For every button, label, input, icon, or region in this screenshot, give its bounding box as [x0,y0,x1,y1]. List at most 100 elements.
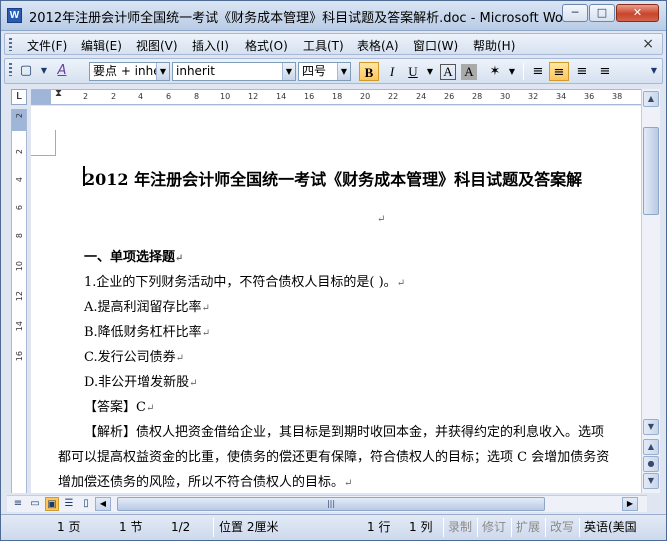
menu-tools[interactable]: 工具(T) [303,37,344,54]
scroll-left-button[interactable]: ◀ [95,497,111,511]
menu-format[interactable]: 格式(O) [245,37,288,54]
maximize-button[interactable]: □ [589,4,615,22]
character-border-button[interactable]: A [440,64,456,80]
ruler-tick: 10 [220,92,231,101]
bold-button[interactable]: B [359,62,379,81]
underline-dropdown-icon[interactable]: ▼ [420,62,440,81]
status-column: 1 列 [409,520,433,534]
new-document-icon[interactable]: ▢ [17,62,35,80]
menu-view[interactable]: 视图(V) [136,37,178,54]
close-document-icon[interactable]: × [642,36,654,52]
ruler-tick: 14 [276,92,287,101]
next-page-button[interactable]: ▼ [643,473,659,489]
left-margin-indicator [31,90,51,104]
font-combo-value: inherit [176,64,215,78]
ruler-tick: 12 [248,92,259,101]
ruler-tick: 8 [194,92,200,101]
menu-table[interactable]: 表格(A) [357,37,399,54]
ruler-tick: 4 [15,177,24,183]
status-section: 1 节 [119,520,143,534]
status-record-macro[interactable]: 录制 [448,519,472,536]
scroll-down-button[interactable]: ▼ [643,419,659,435]
align-left-button[interactable]: ≡ [528,62,548,81]
ruler-tick: 10 [15,261,24,272]
answer-line: 【答案】C↵ [84,400,155,415]
ruler-tick: 38 [612,92,623,101]
style-combo[interactable]: 要点 + inhe ▼ [89,62,170,81]
status-line: 1 行 [367,520,391,534]
reading-layout-view-button[interactable]: ▯ [79,497,93,511]
ruler-tick: 2 [111,92,117,101]
menu-help[interactable]: 帮助(H) [473,37,515,54]
status-separator [511,518,512,537]
option-a: A.提高利润留存比率↵ [84,300,210,315]
option-b: B.降低财务杠杆比率↵ [84,325,211,340]
vertical-scroll-thumb[interactable] [643,127,659,215]
indent-marker-icon[interactable]: ⧗ [55,88,62,99]
style-combo-value: 要点 + inhe [93,64,161,78]
justify-button[interactable]: ≡ [595,62,615,81]
horizontal-scroll-thumb[interactable]: ||| [117,497,545,511]
outline-view-button[interactable]: ☰ [62,497,76,511]
toolbar-overflow-icon[interactable]: ▼ [645,62,663,80]
status-bar: 1 页 1 节 1/2 位置 2厘米 1 行 1 列 录制 修订 扩展 改写 英… [1,514,666,540]
ruler-tick: 30 [500,92,511,101]
formatting-toolbar: ▢ ▼ A 要点 + inhe ▼ inherit ▼ 四号 ▼ B I U ▼… [4,58,663,84]
menu-file[interactable]: 文件(F) [27,37,67,54]
status-separator [545,518,546,537]
ruler-tick: 2 [83,92,89,101]
explanation-line-1: 【解析】债权人把资金借给企业，其目标是到期时收回本金，并获得约定的利息收入。选项 [84,425,605,440]
scroll-right-button[interactable]: ▶ [622,497,638,511]
toolbar-grip-handle[interactable] [9,63,12,76]
ruler-tick: 14 [15,321,24,332]
menu-window[interactable]: 窗口(W) [413,37,458,54]
web-layout-view-button[interactable]: ▭ [28,497,42,511]
align-center-button[interactable]: ≡ [549,62,569,81]
minimize-button[interactable]: ─ [562,4,588,22]
ruler-tick: 16 [304,92,315,101]
toolbar-separator [523,63,524,80]
menu-grip-handle[interactable] [9,38,12,51]
italic-button[interactable]: I [382,62,402,81]
ruler-tick: 6 [15,205,24,211]
font-size-combo[interactable]: 四号 ▼ [298,62,351,81]
font-combo[interactable]: inherit ▼ [172,62,296,81]
previous-page-button[interactable]: ▲ [643,439,659,455]
paragraph-mark: ↵ [377,214,386,225]
vertical-scrollbar[interactable]: ▲ ▼ ▲ ● ▼ [641,89,660,493]
normal-view-button[interactable]: ≡ [11,497,25,511]
scroll-up-button[interactable]: ▲ [643,91,659,107]
chevron-down-icon[interactable]: ▼ [156,63,169,80]
status-page: 1 页 [57,520,81,534]
window-title: 2012年注册会计师全国统一考试《财务成本管理》科目试题及答案解析.doc - … [29,11,577,26]
word-app-icon[interactable]: W [7,8,22,23]
status-overtype[interactable]: 改写 [550,519,574,536]
menu-insert[interactable]: 插入(I) [192,37,229,54]
styles-formatting-icon[interactable]: A [53,62,71,80]
chevron-down-icon[interactable]: ▼ [282,63,295,80]
close-window-button[interactable]: ✕ [616,4,659,22]
select-browse-object-button[interactable]: ● [643,456,659,472]
status-language[interactable]: 英语(美国 [584,519,637,536]
toolbar-dropdown-icon[interactable]: ▼ [35,62,53,80]
status-separator [443,518,444,537]
ruler-tick: 26 [444,92,455,101]
document-page[interactable]: 2012 年注册会计师全国统一考试《财务成本管理》科目试题及答案解 ↵ 一、单项… [31,106,641,493]
vertical-ruler[interactable]: 2 2 4 6 8 10 12 14 16 [11,109,27,493]
tab-selector[interactable]: L [11,89,27,105]
character-shading-button[interactable]: A [461,64,477,80]
menu-edit[interactable]: 编辑(E) [81,37,122,54]
align-right-button[interactable]: ≡ [572,62,592,81]
print-layout-view-button[interactable]: ▣ [45,497,59,511]
status-extend[interactable]: 扩展 [516,519,540,536]
horizontal-ruler[interactable]: 2 ⧗ 2 4 6 8 10 12 14 16 18 20 22 24 26 2… [31,88,648,105]
effects-dropdown-icon[interactable]: ▼ [502,62,522,81]
font-size-value: 四号 [302,64,327,78]
ruler-tick: 8 [15,233,24,239]
document-title: 2012 年注册会计师全国统一考试《财务成本管理》科目试题及答案解 [84,170,583,189]
status-track-changes[interactable]: 修订 [482,519,506,536]
word-window: W 2012年注册会计师全国统一考试《财务成本管理》科目试题及答案解析.doc … [0,0,667,541]
ruler-tick: 28 [472,92,483,101]
chevron-down-icon[interactable]: ▼ [337,63,350,80]
ruler-tick: 32 [528,92,539,101]
